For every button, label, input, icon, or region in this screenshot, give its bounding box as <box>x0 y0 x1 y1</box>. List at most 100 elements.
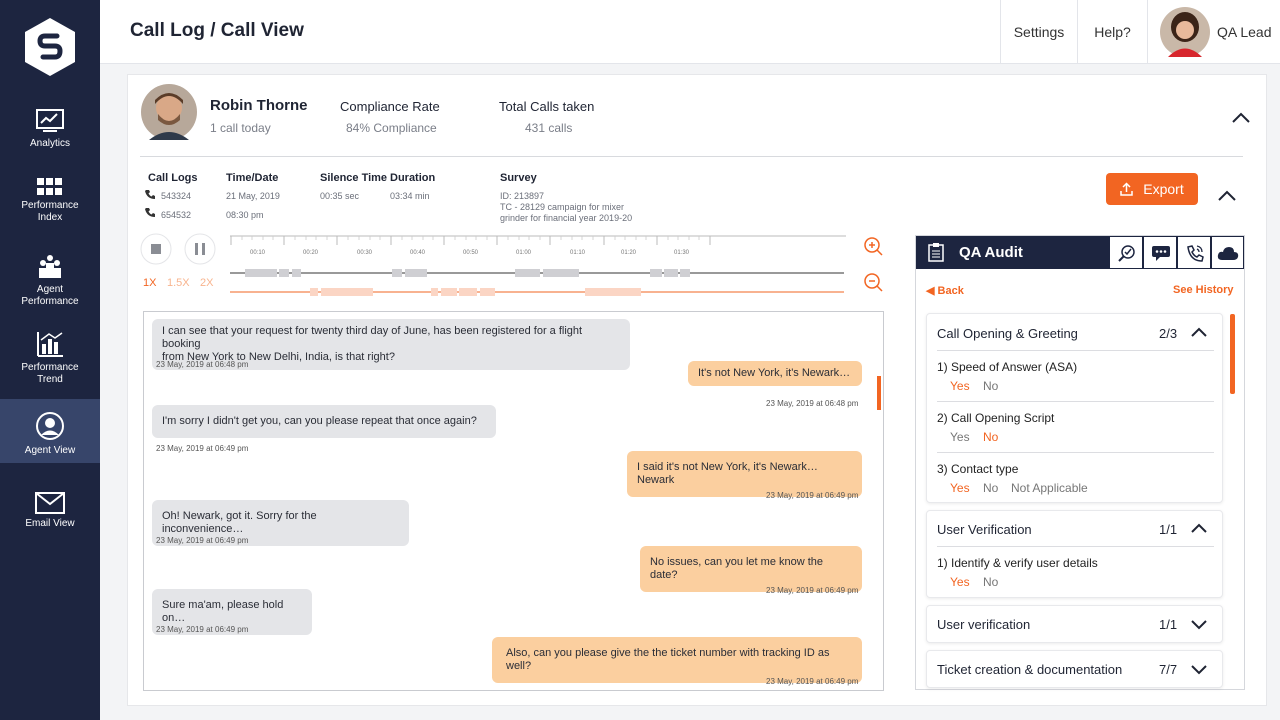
audit-section[interactable]: Ticket creation & documentation 7/7 <box>926 650 1223 688</box>
export-button[interactable]: Export <box>1106 173 1198 205</box>
section-score: 2/3 <box>1159 326 1178 341</box>
section-score: 7/7 <box>1159 662 1178 677</box>
calls-today: 1 call today <box>210 121 271 135</box>
option-yes[interactable]: Yes <box>950 481 970 495</box>
timeline-tick-label: 00:10 <box>250 250 266 256</box>
option-yes[interactable]: Yes <box>950 430 970 444</box>
sidebar-item-performance-trend[interactable]: Performance Trend <box>0 330 100 386</box>
stop-button[interactable] <box>140 233 172 265</box>
speed-1x[interactable]: 1X <box>143 277 156 289</box>
search-check-tab[interactable] <box>1109 236 1143 269</box>
chevron-up-icon[interactable] <box>1217 188 1237 202</box>
sidebar-item-agent-view[interactable]: Agent View <box>0 399 100 463</box>
compliance-value: 84% Compliance <box>346 121 437 135</box>
sidebar-item-analytics[interactable]: Analytics <box>0 108 100 150</box>
trend-icon <box>37 332 63 357</box>
agent-avatar <box>141 84 197 140</box>
message-timestamp: 23 May, 2019 at 06:49 pm <box>156 536 249 545</box>
avatar <box>1160 7 1210 57</box>
option-no[interactable]: No <box>983 575 998 589</box>
option-no[interactable]: No <box>983 379 998 393</box>
upload-icon <box>1120 182 1134 196</box>
message-timestamp: 23 May, 2019 at 06:49 pm <box>766 586 859 595</box>
zoom-in-icon[interactable] <box>863 236 883 256</box>
sidebar-item-label: Performance Index <box>21 200 79 223</box>
chat-bubble-icon <box>1152 246 1170 261</box>
divider <box>937 452 1214 453</box>
page-title: Call Log / Call View <box>130 20 304 41</box>
agents-icon <box>39 255 61 278</box>
audit-section[interactable]: User verification 1/1 <box>926 605 1223 643</box>
option-yes[interactable]: Yes <box>950 575 970 589</box>
qa-audit-title: QA Audit <box>959 244 1023 261</box>
timeline-tick-label: 00:30 <box>357 250 373 256</box>
time-date-label: Time/Date <box>226 172 279 184</box>
survey-label: Survey <box>500 172 537 184</box>
zoom-out-icon[interactable] <box>863 272 883 292</box>
timeline-tick-label: 01:10 <box>570 250 586 256</box>
option-no[interactable]: No <box>983 481 998 495</box>
divider <box>937 401 1214 402</box>
option-not-applicable[interactable]: Not Applicable <box>1011 481 1088 495</box>
qa-scrollbar[interactable] <box>1230 314 1235 394</box>
call-log-id[interactable]: 543324 <box>161 191 191 201</box>
duration-label: Duration <box>390 172 436 184</box>
phone-outgoing-icon <box>145 208 155 217</box>
survey-line: TC - 28129 campaign for mixer <box>500 202 625 212</box>
section-score: 1/1 <box>1159 522 1178 537</box>
speed-1-5x[interactable]: 1.5X <box>167 277 190 289</box>
survey-line: grinder for financial year 2019-20 <box>500 213 633 223</box>
clipboard-icon <box>928 243 944 262</box>
analytics-icon <box>36 109 64 132</box>
timeline-tick-label: 00:50 <box>463 250 479 256</box>
audit-question: 1) Identify & verify user details <box>937 556 1098 570</box>
user-menu[interactable]: QA Lead <box>1147 0 1280 64</box>
duration-value: 03:34 min <box>390 191 430 201</box>
sidebar-item-email-view[interactable]: Email View <box>0 492 100 530</box>
audit-question: 1) Speed of Answer (ASA) <box>937 360 1078 374</box>
audit-question: 3) Contact type <box>937 462 1019 476</box>
chevron-up-icon[interactable] <box>1191 523 1207 534</box>
call-tab[interactable] <box>1177 236 1211 269</box>
message-timestamp: 23 May, 2019 at 06:48 pm <box>766 399 859 408</box>
chat-scrollbar[interactable] <box>877 376 881 410</box>
see-history-link[interactable]: See History <box>1173 284 1234 296</box>
call-logs-label: Call Logs <box>148 172 198 184</box>
section-title: User Verification <box>937 522 1032 537</box>
total-calls-value: 431 calls <box>525 121 573 135</box>
back-link[interactable]: ◀ Back <box>926 284 964 297</box>
audio-timeline[interactable] <box>230 235 846 299</box>
call-time: 08:30 pm <box>226 210 264 220</box>
speed-2x[interactable]: 2X <box>200 277 213 289</box>
export-label: Export <box>1143 181 1184 197</box>
phone-incoming-icon <box>145 190 155 199</box>
chat-tab[interactable] <box>1143 236 1177 269</box>
qa-audit-panel: QA Audit ◀ Back See History Call Opening… <box>915 235 1245 690</box>
total-calls-label: Total Calls taken <box>499 99 595 114</box>
chevron-up-icon[interactable] <box>1231 110 1251 124</box>
help-link[interactable]: Help? <box>1077 0 1147 64</box>
call-log-id[interactable]: 654532 <box>161 210 191 220</box>
chevron-down-icon[interactable] <box>1191 619 1207 630</box>
sidebar-item-label: Analytics <box>29 138 70 149</box>
chat-message-customer: It's not New York, it's Newark… <box>688 361 862 386</box>
pause-button[interactable] <box>184 233 216 265</box>
message-timestamp: 23 May, 2019 at 06:49 pm <box>156 444 249 453</box>
message-timestamp: 23 May, 2019 at 06:49 pm <box>766 491 859 500</box>
sidebar-item-label: Performance Trend <box>21 362 79 385</box>
timeline-tick-label: 00:40 <box>410 250 426 256</box>
user-role: QA Lead <box>1217 24 1272 40</box>
cloud-icon <box>1217 247 1239 260</box>
sidebar-item-performance-index[interactable]: Performance Index <box>0 178 100 224</box>
phone-call-icon <box>1187 245 1204 262</box>
chevron-down-icon[interactable] <box>1191 664 1207 675</box>
chevron-up-icon[interactable] <box>1191 327 1207 338</box>
option-no[interactable]: No <box>983 430 998 444</box>
envelope-icon <box>35 492 65 514</box>
cloud-tab[interactable] <box>1211 236 1244 269</box>
option-yes[interactable]: Yes <box>950 379 970 393</box>
brand-logo-icon[interactable] <box>25 18 75 76</box>
sidebar-item-label: Agent View <box>24 445 76 456</box>
sidebar-item-agent-performance[interactable]: Agent Performance <box>0 250 100 308</box>
settings-link[interactable]: Settings <box>1000 0 1077 64</box>
